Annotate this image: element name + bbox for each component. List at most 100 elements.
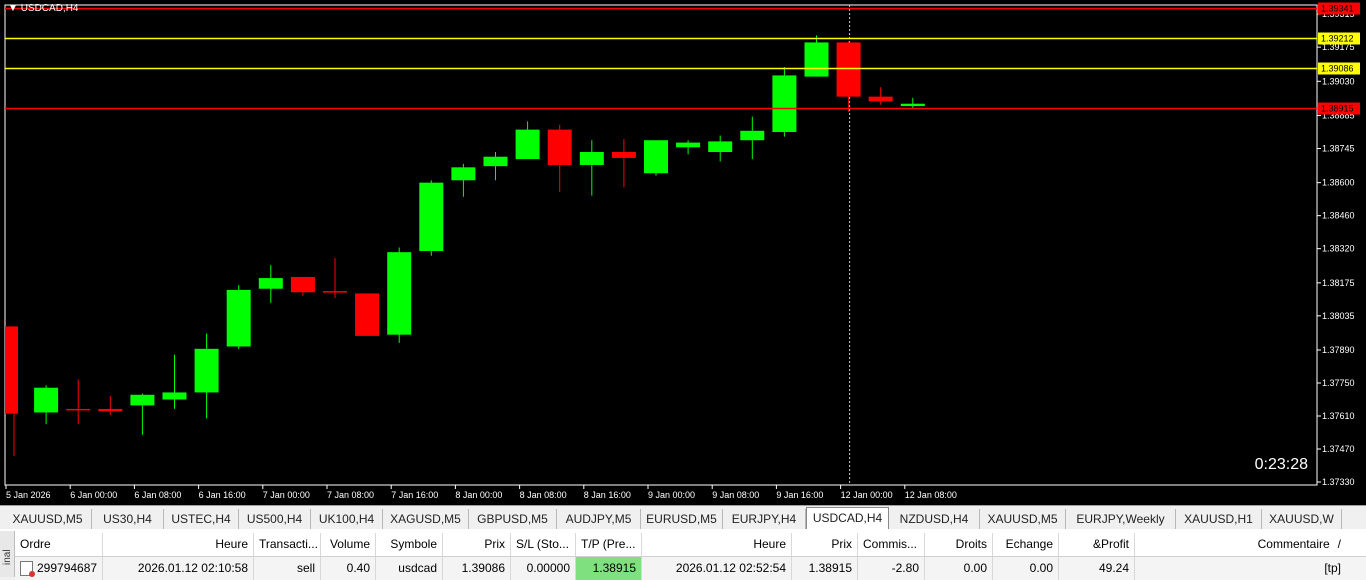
chart-tab[interactable]: AUDJPY,M5 [557, 509, 641, 529]
chart-tab[interactable]: XAUUSD,M5 [980, 509, 1066, 529]
time-tick-label: 8 Jan 00:00 [455, 490, 502, 500]
time-tick-label: 5 Jan 2026 [6, 490, 51, 500]
price-level-label: 1.39086 [1321, 64, 1354, 74]
chart-menu-triangle-icon[interactable]: ▼ [8, 3, 18, 14]
candle-body[interactable] [419, 182, 444, 252]
price-level-label: 1.39341 [1321, 4, 1354, 14]
candle-body[interactable] [868, 96, 893, 102]
sort-indicator-icon: / [1337, 537, 1341, 551]
time-tick-label: 7 Jan 16:00 [391, 490, 438, 500]
candle-body[interactable] [579, 152, 604, 165]
candle-body[interactable] [34, 387, 59, 413]
candle-body[interactable] [290, 276, 315, 293]
chart-tab[interactable]: XAUUSD,W [1262, 509, 1342, 529]
candle-body[interactable] [194, 348, 219, 393]
candle-body[interactable] [387, 252, 412, 335]
price-tick-label: 1.39030 [1322, 76, 1355, 86]
column-header[interactable]: Commis... [858, 533, 925, 556]
candle-body[interactable] [676, 142, 701, 148]
terminal-side-strip[interactable]: inal [0, 531, 15, 577]
column-header[interactable]: Symbole [376, 533, 443, 556]
candle-body[interactable] [708, 141, 733, 153]
candle-body[interactable] [66, 408, 91, 411]
time-tick-label: 9 Jan 00:00 [648, 490, 695, 500]
chart-tab[interactable]: USDCAD,H4 [806, 507, 889, 530]
chart-tab[interactable]: EURUSD,M5 [641, 509, 723, 529]
candle-body[interactable] [547, 129, 572, 165]
candle-body[interactable] [804, 42, 829, 77]
candle-body[interactable] [611, 152, 636, 158]
column-header[interactable]: Commentaire / [1135, 533, 1346, 556]
order-closed-icon [20, 561, 35, 578]
time-tick-label: 9 Jan 16:00 [776, 490, 823, 500]
candle-body[interactable] [258, 278, 283, 289]
candle-body[interactable] [740, 130, 765, 141]
terminal-header-row: Ordre Heure Transacti... Volume Symbole Prix S… [15, 533, 1366, 557]
price-tick-label: 1.38320 [1322, 244, 1355, 254]
price-level-label: 1.38915 [1321, 104, 1354, 114]
chart-tab[interactable]: GBPUSD,M5 [469, 509, 557, 529]
column-header[interactable]: Echange [993, 533, 1059, 556]
chart-tab[interactable]: NZDUSD,H4 [889, 509, 980, 529]
chart-tab[interactable]: EURJPY,H4 [723, 509, 806, 529]
candle-body[interactable] [355, 293, 380, 336]
column-header[interactable]: Transacti... [254, 533, 321, 556]
candlestick-chart-svg[interactable]: 1.393151.391751.390301.388851.387451.386… [0, 0, 1366, 505]
terminal-history-panel: inal Ordre Heure Transacti... Volume Symbole… [0, 529, 1366, 580]
column-header[interactable]: &Profit [1059, 533, 1135, 556]
chart-symbol-title: ▼ USDCAD,H4 [8, 3, 78, 14]
column-header[interactable]: Heure [103, 533, 254, 556]
candle-body[interactable] [226, 289, 251, 347]
candle-body[interactable] [451, 167, 476, 181]
chart-tab[interactable]: US30,H4 [92, 509, 164, 529]
time-tick-label: 6 Jan 16:00 [199, 490, 246, 500]
column-header[interactable]: Heure [642, 533, 792, 556]
candle-body[interactable] [323, 291, 347, 293]
plot-frame [4, 4, 1318, 486]
price-tick-label: 1.37610 [1322, 411, 1355, 421]
chart-tab[interactable]: UK100,H4 [311, 509, 383, 529]
candle-body[interactable] [5, 326, 18, 414]
candle-body[interactable] [162, 392, 187, 400]
price-chart[interactable]: 1.393151.391751.390301.388851.387451.386… [0, 0, 1366, 505]
price-level-label: 1.39212 [1321, 34, 1354, 44]
chart-symbol-label: USDCAD,H4 [20, 3, 79, 14]
candle-body[interactable] [900, 103, 925, 107]
candle-body[interactable] [515, 129, 540, 160]
chart-tab[interactable]: USTEC,H4 [164, 509, 239, 529]
chart-tab[interactable]: US500,H4 [239, 509, 311, 529]
column-header[interactable]: T/P (Pre... [576, 533, 642, 556]
time-tick-label: 6 Jan 08:00 [134, 490, 181, 500]
column-header[interactable]: Prix [443, 533, 511, 556]
candle-body[interactable] [772, 75, 797, 132]
chart-tab[interactable]: EURJPY,Weekly [1066, 509, 1176, 529]
chart-tab[interactable]: XAGUSD,M5 [383, 509, 469, 529]
price-tick-label: 1.37330 [1322, 477, 1355, 487]
price-tick-label: 1.38175 [1322, 278, 1355, 288]
column-header[interactable]: Prix [792, 533, 858, 556]
price-tick-label: 1.38600 [1322, 178, 1355, 188]
time-tick-label: 12 Jan 08:00 [905, 490, 957, 500]
candle-body[interactable] [98, 408, 123, 412]
price-tick-label: 1.38035 [1322, 311, 1355, 321]
column-header[interactable]: Droits [925, 533, 993, 556]
column-header[interactable]: S/L (Sto... [511, 533, 576, 556]
chart-tab[interactable]: XAUUSD,M5 [4, 509, 92, 529]
time-tick-label: 8 Jan 08:00 [520, 490, 567, 500]
time-tick-label: 8 Jan 16:00 [584, 490, 631, 500]
bar-countdown-timer: 0:23:28 [1254, 456, 1308, 473]
time-tick-label: 6 Jan 00:00 [70, 490, 117, 500]
time-tick-label: 9 Jan 08:00 [712, 490, 759, 500]
price-tick-label: 1.37470 [1322, 444, 1355, 454]
price-tick-label: 1.38460 [1322, 211, 1355, 221]
time-tick-label: 7 Jan 00:00 [263, 490, 310, 500]
candle-body[interactable] [644, 140, 668, 174]
column-header[interactable]: Ordre [15, 533, 103, 556]
column-header[interactable]: Volume [321, 533, 376, 556]
price-tick-label: 1.38745 [1322, 143, 1355, 153]
chart-tab[interactable]: XAUUSD,H1 [1176, 509, 1262, 529]
candle-body[interactable] [130, 394, 155, 406]
time-tick-label: 12 Jan 00:00 [841, 490, 893, 500]
candle-body[interactable] [483, 156, 508, 167]
candle-body[interactable] [836, 42, 861, 97]
